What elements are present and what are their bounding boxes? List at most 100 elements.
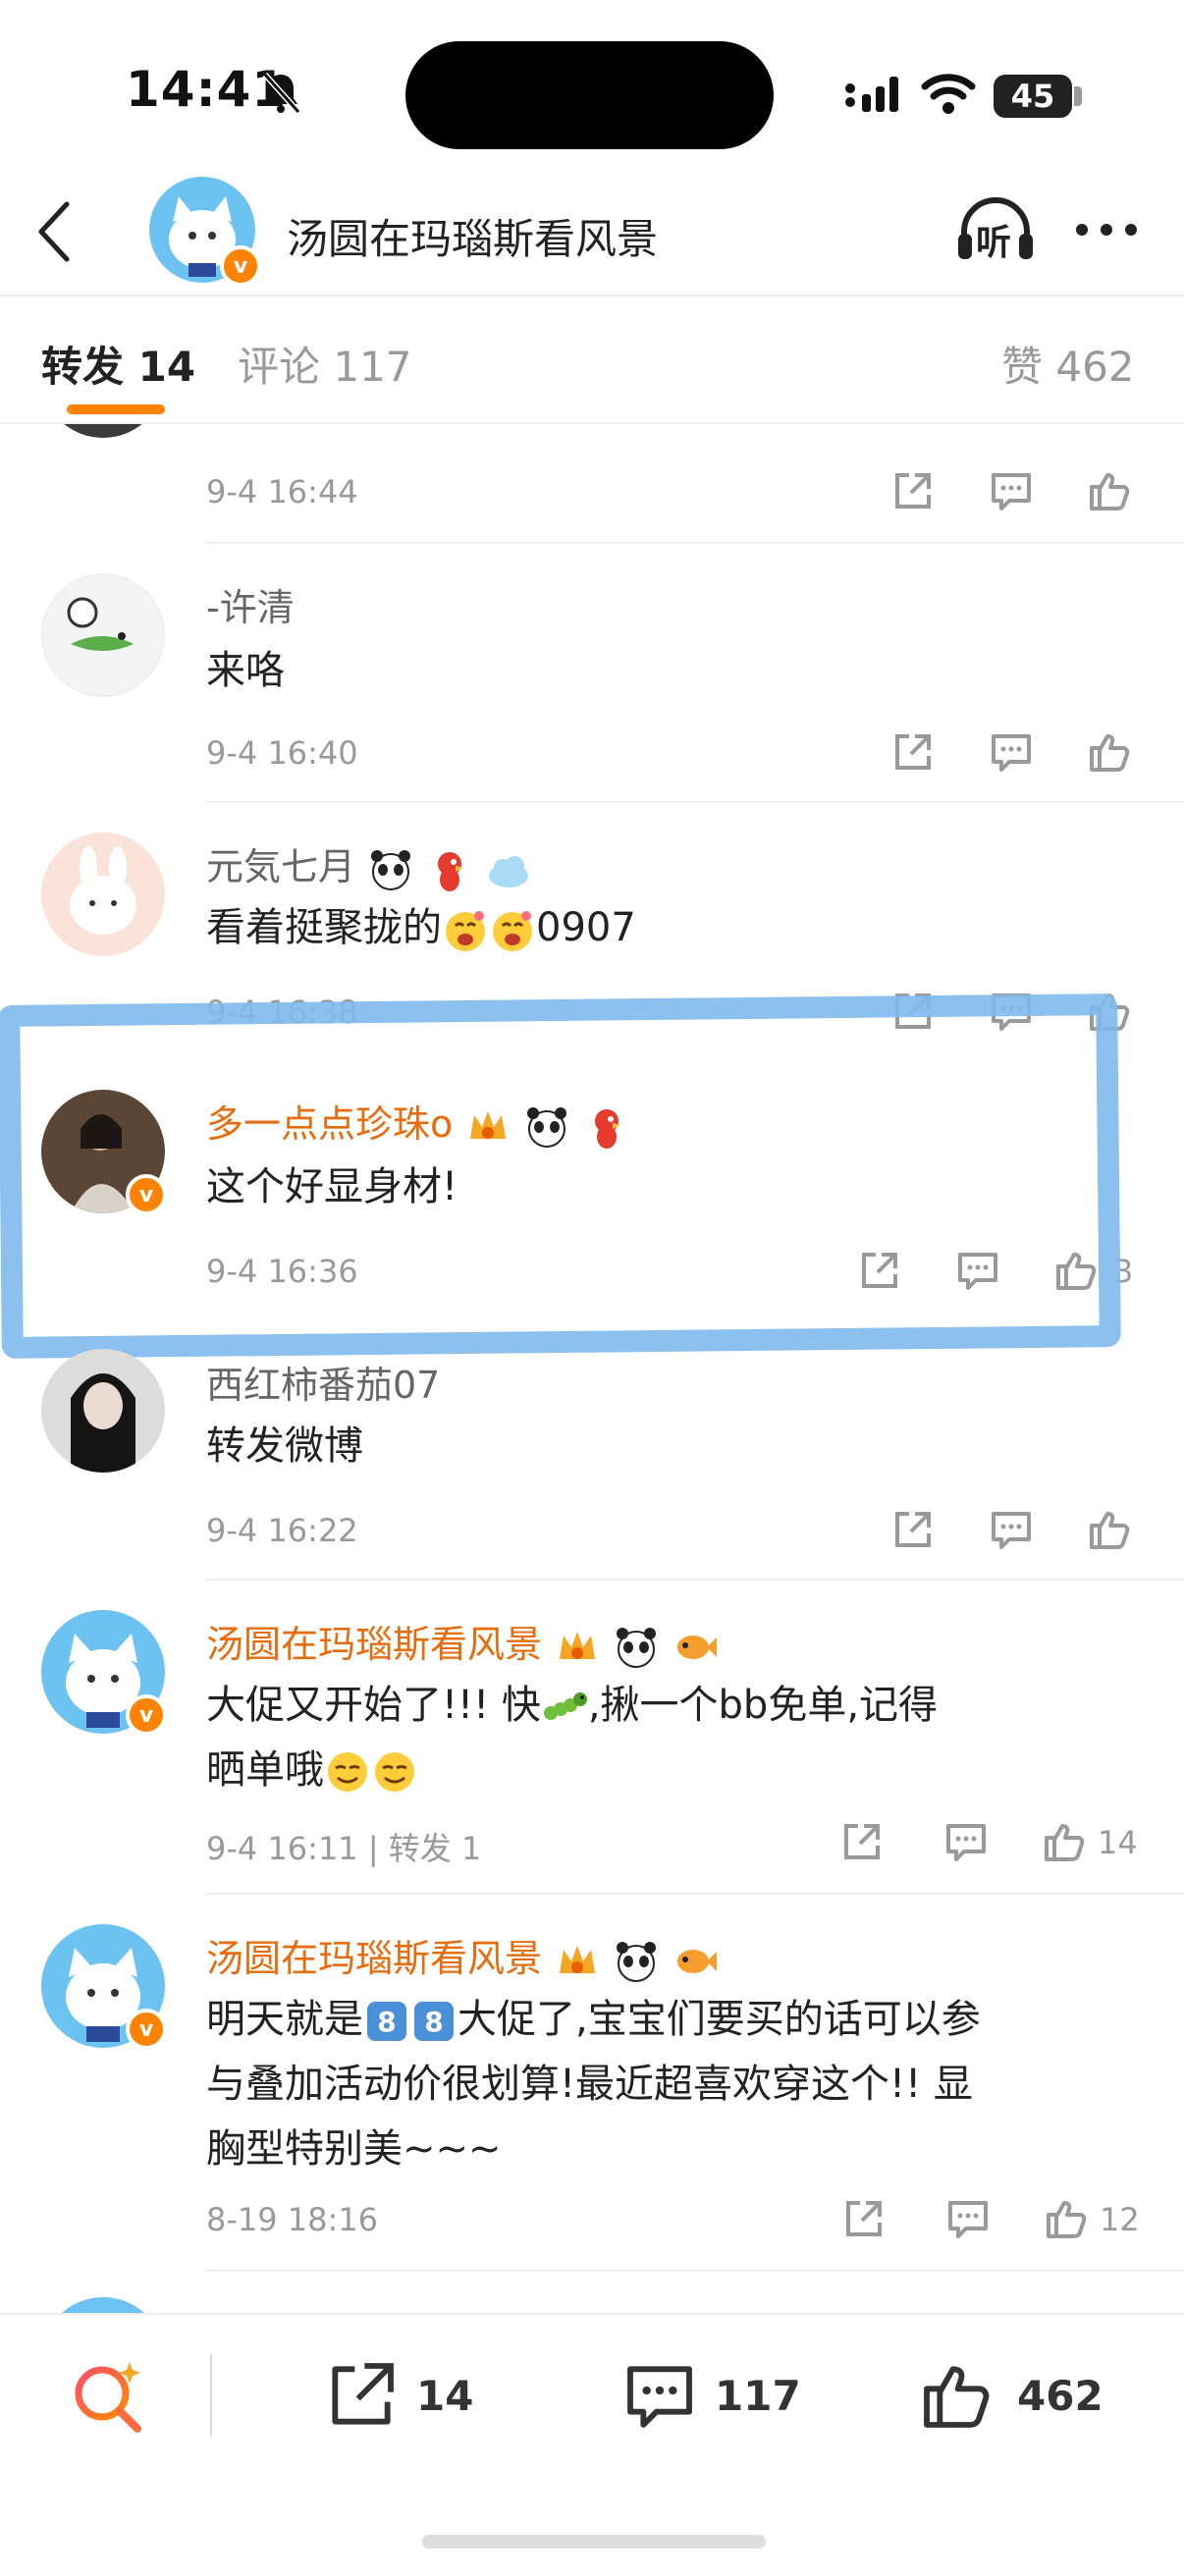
tab-comments[interactable]: 评论 117 — [238, 334, 412, 394]
comment-text-line1a: 明天就是 — [206, 1997, 363, 2042]
svg-text:8: 8 — [424, 2006, 443, 2038]
comment-text: 与叠加活动价很划算!最近超喜欢穿这个!! 显 — [206, 2062, 973, 2107]
back-icon[interactable] — [35, 200, 75, 263]
active-tab-indicator — [67, 404, 165, 414]
commenter-avatar[interactable] — [41, 573, 165, 697]
parrot-icon — [438, 851, 464, 891]
keycap-eight-emoji: 8 — [414, 2002, 454, 2041]
tabs-divider — [0, 422, 1184, 424]
home-indicator — [422, 2535, 766, 2549]
comment-time: 9-4 16:11 | 转发 1 — [206, 1830, 482, 1867]
bottom-comment-button[interactable]: 117 — [620, 2356, 836, 2435]
bottom-like-button[interactable]: 462 — [917, 2356, 1133, 2435]
wifi-icon — [921, 74, 976, 114]
verified-badge-icon: v — [220, 245, 261, 287]
more-icon[interactable] — [1072, 218, 1141, 242]
happy-face-emoji — [493, 911, 532, 951]
comment-time: 9-4 16:22 — [206, 1512, 358, 1549]
comment-time: 9-4 16:44 — [206, 473, 358, 510]
comment-time: 9-4 16:40 — [206, 734, 358, 772]
comment-text-line2: 晒单哦 — [206, 1747, 324, 1793]
battery-indicator: 45 — [994, 75, 1072, 118]
comment-icon[interactable] — [988, 1506, 1035, 1553]
row-divider — [206, 542, 1184, 544]
comment-text: 明天就是 8 8 大促了,宝宝们要买的话可以参 — [206, 1987, 981, 2052]
row-divider — [206, 801, 1184, 803]
crown-badge-icon — [560, 1945, 596, 1973]
like-count: 12 — [1100, 2201, 1140, 2238]
verified-badge-icon: v — [126, 1694, 167, 1736]
like-icon[interactable] — [1086, 728, 1133, 776]
share-icon[interactable] — [889, 467, 937, 514]
battery-tip — [1074, 86, 1082, 106]
crown-badge-icon — [560, 1631, 596, 1659]
comment-text: 转发微博 — [206, 1423, 363, 1469]
bar-separator — [210, 2354, 212, 2437]
commenter-name[interactable]: 汤圆在玛瑙斯看风景 — [206, 1614, 719, 1671]
share-icon[interactable] — [840, 2195, 888, 2242]
comment-text-line1b: 大促了,宝宝们要买的话可以参 — [457, 1997, 981, 2042]
search-sparkle-icon[interactable] — [69, 2356, 147, 2435]
comment-text-suffix: 0907 — [536, 905, 636, 950]
share-icon[interactable] — [889, 1506, 937, 1553]
listen-label: 听 — [976, 223, 1012, 263]
commenter-avatar[interactable] — [41, 832, 165, 956]
fish-icon — [677, 1635, 718, 1659]
bottom-repost-button[interactable]: 14 — [322, 2356, 518, 2435]
row-divider — [206, 1579, 1184, 1581]
row-actions — [889, 1506, 1145, 1559]
comment-text: 晒单哦 — [206, 1738, 418, 1802]
share-icon[interactable] — [838, 1818, 886, 1865]
silent-bell-icon — [262, 72, 301, 115]
comment-icon[interactable] — [942, 1818, 990, 1865]
comment-icon[interactable] — [944, 2195, 992, 2242]
commenter-name-text: 元気七月 — [206, 845, 356, 888]
panda-icon — [371, 849, 411, 890]
commenter-name[interactable]: 西红柿番茄07 — [206, 1355, 440, 1409]
commenter-name[interactable]: -许清 — [206, 577, 295, 631]
comment-text: 大促又开始了!!! 快 ,揪一个bb免单,记得 — [206, 1673, 938, 1738]
tab-likes[interactable]: 赞 462 — [1001, 334, 1135, 394]
share-icon[interactable] — [889, 728, 937, 776]
like-icon — [924, 2366, 990, 2428]
smirk-face-emoji — [328, 1752, 367, 1792]
panda-icon — [617, 1941, 657, 1982]
commenter-name[interactable]: 元気七月 — [206, 836, 532, 893]
listen-button[interactable]: 听 — [954, 192, 1037, 263]
row-actions — [889, 467, 1145, 520]
verified-badge-icon: v — [126, 2009, 167, 2050]
highlight-annotation — [0, 993, 1121, 1359]
like-icon[interactable] — [1086, 1506, 1133, 1553]
comment-icon — [627, 2366, 692, 2428]
header-title[interactable]: 汤圆在玛瑙斯看风景 — [287, 206, 658, 266]
row-divider — [206, 1893, 1184, 1895]
repost-count: 14 — [416, 2372, 474, 2420]
fish-icon — [677, 1949, 718, 1973]
like-count: 14 — [1098, 1824, 1138, 1861]
tab-repost[interactable]: 转发 14 — [41, 334, 195, 394]
commenter-avatar[interactable] — [41, 1349, 165, 1473]
row-divider — [206, 2270, 1184, 2272]
cloud-icon — [489, 855, 529, 887]
keycap-eight-emoji: 8 — [367, 2002, 406, 2041]
share-icon — [332, 2363, 394, 2425]
comment-icon[interactable] — [988, 467, 1035, 514]
header-divider — [0, 295, 1184, 296]
like-icon[interactable] — [1086, 467, 1133, 514]
commenter-name[interactable]: 汤圆在玛瑙斯看风景 — [206, 1928, 719, 1985]
comment-time: 8-19 18:16 — [206, 2201, 379, 2238]
happy-face-emoji — [446, 911, 485, 951]
comment-text: 看着挺聚拢的 0907 — [206, 895, 636, 960]
comment-text: 来咯 — [206, 648, 285, 693]
comment-count: 117 — [715, 2372, 801, 2420]
caterpillar-emoji — [543, 1692, 587, 1720]
comment-text-line1: 大促又开始了!!! 快 — [206, 1683, 541, 1728]
comment-icon[interactable] — [988, 728, 1035, 776]
commenter-name-text: 汤圆在玛瑙斯看风景 — [206, 1623, 543, 1666]
comment-text-main: 看着挺聚拢的 — [206, 905, 442, 950]
like-count: 462 — [1017, 2372, 1103, 2420]
row-actions — [889, 728, 1145, 781]
like-icon[interactable] — [1043, 2195, 1090, 2242]
like-icon[interactable] — [1041, 1818, 1088, 1865]
comment-text-line1b: ,揪一个bb免单,记得 — [587, 1683, 939, 1728]
